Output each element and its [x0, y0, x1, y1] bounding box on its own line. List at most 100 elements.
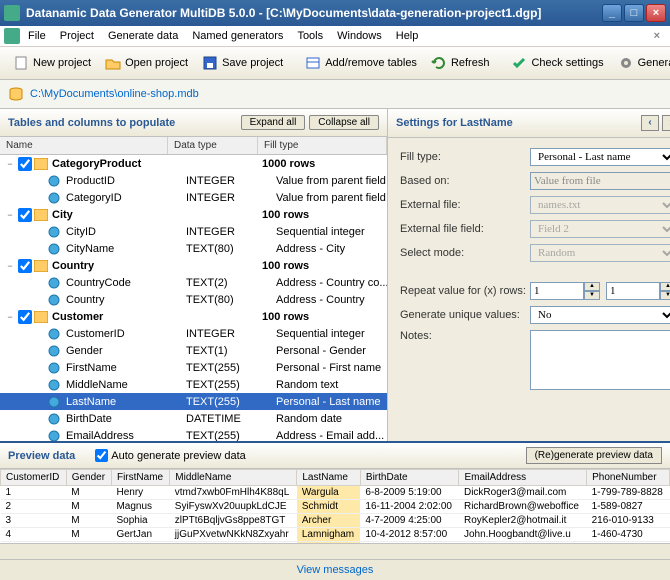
- column-row[interactable]: ProductIDINTEGERValue from parent field: [0, 172, 387, 189]
- grid-row[interactable]: 4MGertJanjjGuPXvetwNKkN8ZxyahrLamnigham1…: [1, 528, 670, 542]
- status-bar[interactable]: View messages: [0, 559, 670, 580]
- menu-tools[interactable]: Tools: [291, 28, 329, 44]
- column-row[interactable]: BirthDateDATETIMERandom date: [0, 410, 387, 427]
- column-row[interactable]: EmailAddressTEXT(255)Address - Email add…: [0, 427, 387, 441]
- open-icon: [105, 55, 121, 71]
- col-name[interactable]: Name: [0, 137, 168, 154]
- repeat-from-input[interactable]: [530, 282, 584, 300]
- spin-down-icon[interactable]: ▼: [584, 291, 600, 300]
- collapse-icon[interactable]: −: [4, 159, 16, 169]
- grid-row[interactable]: 3MSophiazlPTt6BqljvGs8ppe8TGTArcher4-7-2…: [1, 514, 670, 528]
- tables-columns-panel: Tables and columns to populate Expand al…: [0, 109, 388, 441]
- gear-icon: [618, 55, 634, 71]
- table-checkbox[interactable]: [18, 208, 32, 222]
- grid-header[interactable]: LastName: [297, 470, 361, 486]
- regenerate-button[interactable]: (Re)generate preview data: [526, 447, 662, 464]
- column-icon: [48, 413, 62, 425]
- table-checkbox[interactable]: [18, 259, 32, 273]
- grid-header[interactable]: EmailAddress: [459, 470, 587, 486]
- grid-row[interactable]: 1MHenryvtmd7xwb0FmHlh4K88qLWargula6-8-20…: [1, 486, 670, 500]
- column-icon: [48, 277, 62, 289]
- basedon-input: [530, 172, 670, 190]
- menu-bar: File Project Generate data Named generat…: [0, 26, 670, 47]
- column-icon: [48, 328, 62, 340]
- table-row[interactable]: −Customer100 rows: [0, 308, 387, 325]
- maximize-button[interactable]: □: [624, 4, 644, 22]
- menu-help[interactable]: Help: [390, 28, 425, 44]
- spin-up-icon[interactable]: ▲: [584, 282, 600, 291]
- repeat-to-input[interactable]: [606, 282, 660, 300]
- column-icon: [48, 430, 62, 442]
- grid-header[interactable]: Gender: [66, 470, 111, 486]
- next-field-button[interactable]: ›: [662, 115, 670, 131]
- column-row[interactable]: FirstNameTEXT(255)Personal - First name: [0, 359, 387, 376]
- grid-header[interactable]: BirthDate: [360, 470, 459, 486]
- new-project-button[interactable]: New project: [6, 51, 98, 75]
- column-row[interactable]: GenderTEXT(1)Personal - Gender: [0, 342, 387, 359]
- column-icon: [48, 396, 62, 408]
- column-icon: [48, 362, 62, 374]
- column-row[interactable]: CategoryIDINTEGERValue from parent field: [0, 189, 387, 206]
- extfield-label: External file field:: [400, 223, 530, 235]
- title-bar: Datanamic Data Generator MultiDB 5.0.0 -…: [0, 0, 670, 26]
- collapse-icon[interactable]: −: [4, 312, 16, 322]
- table-row[interactable]: −City100 rows: [0, 206, 387, 223]
- generate-test-data-button[interactable]: Generate test data ▼: [611, 51, 670, 75]
- column-row[interactable]: CityNameTEXT(80)Address - City: [0, 240, 387, 257]
- grid-header[interactable]: MiddleName: [170, 470, 297, 486]
- grid-header[interactable]: CustomerID: [1, 470, 67, 486]
- horizontal-scrollbar[interactable]: [0, 543, 670, 559]
- table-checkbox[interactable]: [18, 157, 32, 171]
- column-row[interactable]: CustomerIDINTEGERSequential integer: [0, 325, 387, 342]
- grid-row[interactable]: 2MMagnusSyiFyswXv20uupkLdCJESchmidt16-11…: [1, 500, 670, 514]
- collapse-icon[interactable]: −: [4, 210, 16, 220]
- spin-up-icon[interactable]: ▲: [660, 282, 670, 291]
- tree[interactable]: −CategoryProduct1000 rowsProductIDINTEGE…: [0, 155, 387, 441]
- menu-windows[interactable]: Windows: [331, 28, 388, 44]
- column-row[interactable]: CountryCodeTEXT(2)Address - Country co..…: [0, 274, 387, 291]
- column-icon: [48, 345, 62, 357]
- database-icon: [8, 86, 24, 102]
- mdi-close-button[interactable]: ×: [648, 30, 666, 42]
- extfile-label: External file:: [400, 199, 530, 211]
- filltype-select[interactable]: Personal - Last name: [530, 148, 670, 166]
- col-filltype[interactable]: Fill type: [258, 137, 387, 154]
- grid-header[interactable]: FirstName: [111, 470, 169, 486]
- table-icon: [34, 260, 48, 272]
- preview-grid[interactable]: CustomerIDGenderFirstNameMiddleNameLastN…: [0, 469, 670, 543]
- col-datatype[interactable]: Data type: [168, 137, 258, 154]
- spin-down-icon[interactable]: ▼: [660, 291, 670, 300]
- grid-header[interactable]: PhoneNumber: [587, 470, 670, 486]
- refresh-button[interactable]: Refresh: [424, 51, 497, 75]
- selmode-select: Random: [530, 244, 670, 262]
- column-row[interactable]: MiddleNameTEXT(255)Random text: [0, 376, 387, 393]
- table-row[interactable]: −CategoryProduct1000 rows: [0, 155, 387, 172]
- table-checkbox[interactable]: [18, 310, 32, 324]
- save-project-button[interactable]: Save project: [195, 51, 290, 75]
- minimize-button[interactable]: _: [602, 4, 622, 22]
- basedon-label: Based on:: [400, 175, 530, 187]
- prev-field-button[interactable]: ‹: [641, 115, 659, 131]
- menu-project[interactable]: Project: [54, 28, 100, 44]
- column-row[interactable]: LastNameTEXT(255)Personal - Last name: [0, 393, 387, 410]
- expand-all-button[interactable]: Expand all: [241, 115, 306, 130]
- column-icon: [48, 294, 62, 306]
- close-button[interactable]: ×: [646, 4, 666, 22]
- check-settings-button[interactable]: Check settings: [504, 51, 610, 75]
- add-remove-tables-button[interactable]: Add/remove tables: [298, 51, 424, 75]
- collapse-icon[interactable]: −: [4, 261, 16, 271]
- settings-title: Settings for LastName: [396, 117, 513, 129]
- open-project-button[interactable]: Open project: [98, 51, 195, 75]
- menu-named-generators[interactable]: Named generators: [186, 28, 289, 44]
- unique-select[interactable]: No: [530, 306, 670, 324]
- menu-generate-data[interactable]: Generate data: [102, 28, 184, 44]
- auto-generate-checkbox[interactable]: Auto generate preview data: [95, 449, 246, 462]
- column-row[interactable]: CountryTEXT(80)Address - Country: [0, 291, 387, 308]
- table-row[interactable]: −Country100 rows: [0, 257, 387, 274]
- path-bar: C:\MyDocuments\online-shop.mdb: [0, 80, 670, 109]
- column-row[interactable]: CityIDINTEGERSequential integer: [0, 223, 387, 240]
- extfield-select: Field 2: [530, 220, 670, 238]
- collapse-all-button[interactable]: Collapse all: [309, 115, 379, 130]
- menu-file[interactable]: File: [22, 28, 52, 44]
- notes-textarea[interactable]: [530, 330, 670, 390]
